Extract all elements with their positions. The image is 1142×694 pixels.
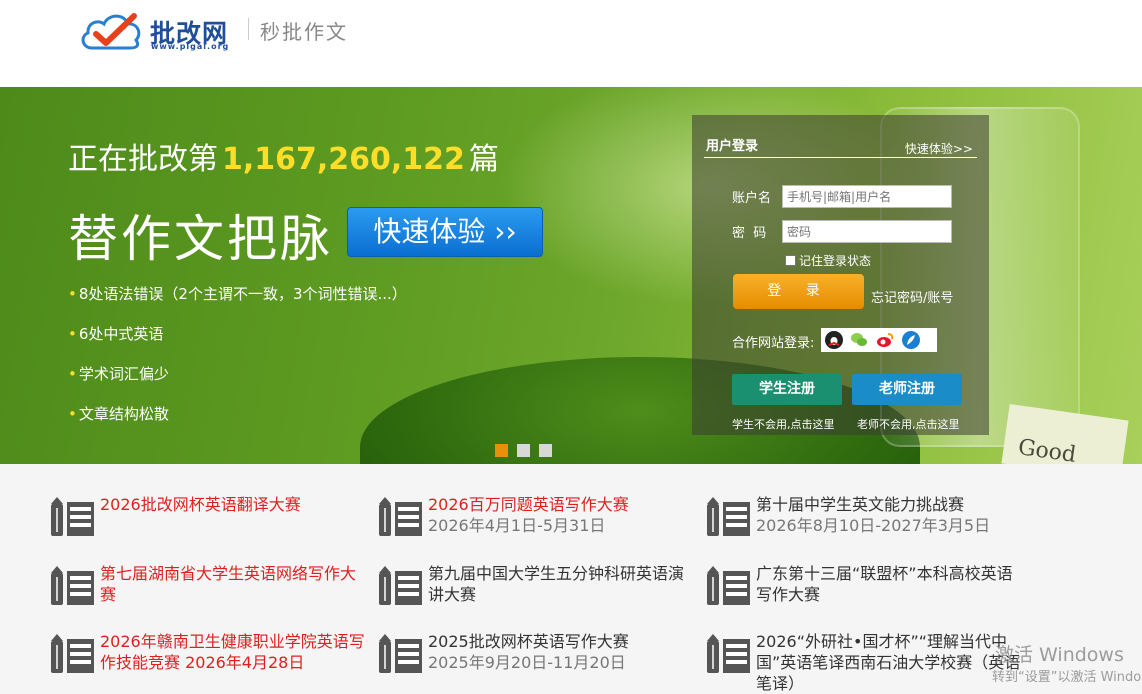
competition-title-text: 2026年赣南卫生健康职业学院英语写作技能竞赛 2026年4月28日 [100, 632, 365, 672]
feature-item: • 8处语法错误（2个主谓不一致，3个词性错误...） [68, 285, 407, 303]
document-pencil-icon [706, 565, 752, 607]
competition-title-text: 广东第十三届“联盟杯”本科高校英语写作大赛 [756, 564, 1013, 604]
competition-item[interactable]: 2025批改网杯英语写作大赛 2025年9月20日-11月20日 [378, 631, 688, 681]
competition-item[interactable]: 广东第十三届“联盟杯”本科高校英语写作大赛 [706, 563, 1016, 613]
competition-item[interactable]: 2026百万同题英语写作大赛 2026年4月1日-5月31日 [378, 494, 688, 544]
counter-suffix: 篇 [468, 142, 499, 177]
feather-icon[interactable] [902, 331, 920, 349]
feature-item: • 学术词汇偏少 [68, 365, 169, 383]
quick-try-button[interactable]: 快速体验 ›› [347, 207, 543, 257]
teacher-help-link[interactable]: 老师不会用,点击这里 [857, 416, 960, 432]
competition-title-text: 2026百万同题英语写作大赛 [428, 495, 629, 514]
bullet-icon: • [68, 405, 77, 423]
document-pencil-icon [50, 633, 96, 675]
remember-me[interactable]: 记住登录状态 [785, 252, 871, 269]
competition-title[interactable]: 广东第十三届“联盟杯”本科高校英语写作大赛 [756, 563, 1026, 605]
hero-banner: Good 正在批改第 1,167,260,122 篇 替作文把脉 快速体验 ›› •… [0, 87, 1142, 464]
quick-try-link[interactable]: 快速体验>> [905, 140, 973, 157]
competition-title[interactable]: 2025批改网杯英语写作大赛 2025年9月20日-11月20日 [428, 631, 698, 673]
bullet-icon: • [68, 325, 77, 343]
feature-item: • 文章结构松散 [68, 405, 169, 423]
competition-item[interactable]: 2026年赣南卫生健康职业学院英语写作技能竞赛 2026年4月28日 [50, 631, 365, 681]
login-panel: 用户登录 快速体验>> 账户名 密 码 记住登录状态 登 录 忘记密码/账号 合… [692, 115, 989, 435]
forgot-password-link[interactable]: 忘记密码/账号 [871, 287, 953, 306]
logo-divider [248, 18, 249, 40]
activation-watermark-text: 转到“设置”以激活 Windows。 [992, 670, 1142, 685]
competition-item[interactable]: 第七届湖南省大学生英语网络写作大赛 [50, 563, 360, 613]
counter-prefix: 正在批改第 [68, 142, 218, 177]
competition-title[interactable]: 2026年赣南卫生健康职业学院英语写作技能竞赛 2026年4月28日 [100, 631, 370, 673]
password-label: 密 码 [732, 226, 767, 241]
slide-indicator[interactable] [539, 444, 552, 457]
site-slogan: 秒批作文 [260, 20, 348, 44]
password-input[interactable] [782, 220, 952, 243]
competition-title-text: 2026“外研社•国才杯”“理解当代中国”英语笔译西南石油大学校赛（英语笔译） [756, 632, 1021, 693]
competition-item[interactable]: 2026“外研社•国才杯”“理解当代中国”英语笔译西南石油大学校赛（英语笔译） [706, 631, 1020, 693]
competition-title-text: 2026批改网杯英语翻译大赛 [100, 495, 301, 514]
document-pencil-icon [50, 496, 96, 538]
competition-item[interactable]: 2026批改网杯英语翻译大赛 [50, 494, 360, 544]
cloud-check-icon [81, 13, 141, 50]
student-help-link[interactable]: 学生不会用,点击这里 [732, 416, 835, 432]
competition-title-text: 第九届中国大学生五分钟科研英语演讲大赛 [428, 564, 685, 604]
competition-title-text: 2025批改网杯英语写作大赛 [428, 632, 629, 651]
bullet-icon: • [68, 285, 77, 303]
competition-title[interactable]: 2026“外研社•国才杯”“理解当代中国”英语笔译西南石油大学校赛（英语笔译） [756, 631, 1026, 694]
competition-item[interactable]: 第十届中学生英文能力挑战赛 2026年8月10日-2027年3月5日 [706, 494, 1016, 544]
competition-date: 2025年9月20日-11月20日 [428, 653, 626, 672]
competition-date: 2026年8月10日-2027年3月5日 [756, 516, 991, 535]
counter-value: 1,167,260,122 [222, 142, 465, 177]
activation-watermark-title: 激活 Windows [995, 644, 1124, 666]
competition-title-text: 第七届湖南省大学生英语网络写作大赛 [100, 564, 357, 604]
competition-title-text: 第十届中学生英文能力挑战赛 [756, 495, 965, 514]
login-title: 用户登录 [706, 139, 759, 154]
qq-icon[interactable] [825, 331, 843, 349]
login-divider [704, 157, 977, 158]
wechat-icon[interactable] [850, 331, 868, 349]
student-register-button[interactable]: 学生注册 [732, 374, 842, 405]
competition-title[interactable]: 2026百万同题英语写作大赛 2026年4月1日-5月31日 [428, 494, 698, 536]
competition-title[interactable]: 第十届中学生英文能力挑战赛 2026年8月10日-2027年3月5日 [756, 494, 1026, 536]
login-button[interactable]: 登 录 [733, 274, 864, 309]
competition-date: 2026年4月1日-5月31日 [428, 516, 606, 535]
partner-login-label: 合作网站登录: [732, 336, 815, 351]
teacher-register-button[interactable]: 老师注册 [852, 374, 962, 405]
account-input[interactable] [782, 185, 952, 208]
slide-indicator[interactable] [517, 444, 530, 457]
document-pencil-icon [378, 496, 424, 538]
document-pencil-icon [50, 565, 96, 607]
site-header: 批改网 www.pigai.org 秒批作文 [0, 0, 1142, 87]
partner-login-icons [821, 328, 937, 352]
competition-title[interactable]: 第七届湖南省大学生英语网络写作大赛 [100, 563, 370, 605]
competition-item[interactable]: 第九届中国大学生五分钟科研英语演讲大赛 [378, 563, 688, 613]
competition-title[interactable]: 2026批改网杯英语翻译大赛 [100, 494, 370, 515]
document-pencil-icon [378, 633, 424, 675]
banner-headline: 替作文把脉 [68, 210, 333, 268]
bullet-icon: • [68, 365, 77, 383]
account-label: 账户名 [732, 191, 772, 206]
site-logo[interactable]: 批改网 www.pigai.org [78, 10, 248, 55]
competition-title[interactable]: 第九届中国大学生五分钟科研英语演讲大赛 [428, 563, 698, 605]
document-pencil-icon [706, 496, 752, 538]
logo-url: www.pigai.org [151, 42, 230, 51]
weibo-icon[interactable] [876, 331, 894, 349]
feature-item: • 6处中式英语 [68, 325, 164, 343]
essay-counter: 正在批改第 1,167,260,122 篇 [68, 134, 499, 178]
document-pencil-icon [378, 565, 424, 607]
remember-checkbox[interactable] [785, 255, 796, 266]
document-pencil-icon [706, 633, 752, 675]
slide-indicator[interactable] [495, 444, 508, 457]
